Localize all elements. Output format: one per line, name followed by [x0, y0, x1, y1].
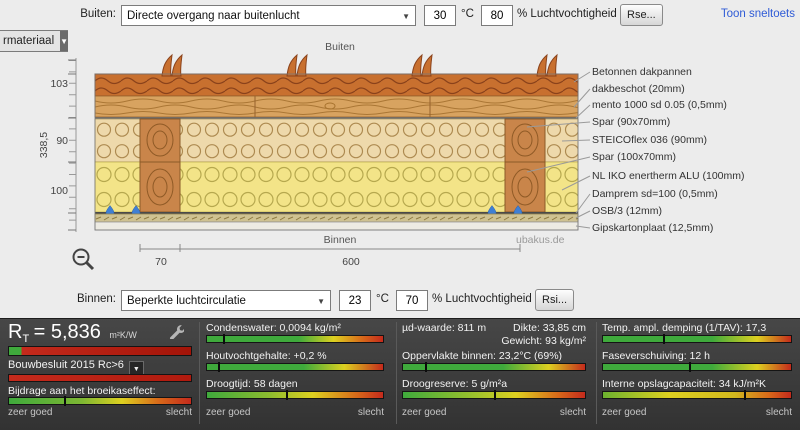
rating-scale: zeer goed slecht [402, 407, 586, 418]
condensation-droplet-icon [131, 205, 141, 218]
rse-button[interactable]: Rse... [620, 4, 663, 26]
layer-label-boarding: dakbeschot (20mm) [592, 83, 685, 95]
outside-label: Buiten: [80, 8, 116, 20]
droogreserve-bar [402, 390, 586, 400]
dimension-spacing: 600 [342, 256, 360, 268]
magnifier-minus-icon [72, 248, 95, 271]
outside-degc-label: °C [461, 8, 474, 20]
rt-value: RT = 5,836 m²K/W [8, 321, 137, 345]
dimension-bottom: 100 [50, 185, 68, 197]
dikte-value: Dikte: 33,85 cm [513, 322, 586, 334]
wrench-icon [170, 325, 185, 340]
greenhouse-label: Bijdrage aan het broeikaseffect: [8, 385, 156, 397]
edit-settings-button[interactable] [168, 323, 185, 344]
panel-divider [396, 322, 397, 424]
temp-ampl-bar [602, 334, 792, 344]
show-shortcuts-link[interactable]: Toon sneltoets [721, 8, 795, 20]
enertherm-layer [94, 161, 579, 213]
layer-leader-lines [526, 71, 591, 229]
faseverschuiving-value: Faseverschuiving: 12 h [602, 350, 710, 362]
outside-humidity-label: % Luchtvochtigheid [517, 8, 617, 20]
rating-scale: zeer goed slecht [602, 407, 792, 418]
houtvochtgehalte-value: Houtvochtgehalte: +0,2 % [206, 350, 327, 362]
rating-scale: zeer goed slecht [206, 407, 384, 418]
bouwbesluit-bar [8, 374, 192, 382]
zoom-out-button[interactable] [70, 247, 98, 273]
diagram-inside-label: Binnen [323, 234, 357, 246]
condensation-droplet-icon [105, 205, 115, 218]
droogreserve-value: Droogreserve: 5 g/m²a [402, 378, 508, 390]
condensation-droplet-icon [487, 205, 497, 218]
outside-temperature-input[interactable] [424, 5, 456, 26]
temp-ampl-value: Temp. ampl. demping (1/TAV): 17,3 [602, 322, 767, 334]
condenswater-value: Condenswater: 0,0094 kg/m² [206, 322, 341, 334]
droogtijd-value: Droogtijd: 58 dagen [206, 378, 298, 390]
condenswater-bar [206, 334, 384, 344]
layer-label-gypsum: Gipskartonplaat (12,5mm) [592, 222, 714, 234]
layer-label-steicoflex: STEICOflex 036 (90mm) [592, 134, 707, 146]
chevron-down-icon [396, 10, 410, 22]
oppervlakte-bar [402, 362, 586, 372]
osb-layer [94, 213, 579, 223]
inside-humidity-input[interactable] [396, 290, 428, 311]
ubakus-app: Buiten: Directe overgang naar buitenluch… [0, 0, 800, 430]
rsi-button[interactable]: Rsi... [535, 289, 575, 311]
watermark: ubakus.de [516, 234, 565, 246]
oppervlakte-value: Oppervlakte binnen: 23,2°C (69%) [402, 350, 563, 362]
greenhouse-bar [8, 396, 192, 406]
outside-transition-value: Directe overgang naar buitenlucht [127, 9, 300, 22]
material-dropdown-label: rmateriaal [3, 35, 55, 47]
vertical-ruler [68, 58, 77, 232]
steicoflex-layer [94, 118, 579, 163]
dimension-top: 103 [50, 78, 68, 90]
faseverschuiving-bar [602, 362, 792, 372]
chevron-down-icon [60, 31, 69, 51]
layer-label-rafter-90: Spar (90x70mm) [592, 116, 671, 128]
gypsum-layer [94, 221, 579, 231]
layer-label-osb: OSB/3 (12mm) [592, 205, 663, 217]
panel-divider [596, 322, 597, 424]
condensation-droplet-icon [513, 205, 523, 218]
dimension-beam-width: 70 [155, 256, 167, 268]
inside-temperature-input[interactable] [339, 290, 371, 311]
layer-label-tiles: Betonnen dakpannen [592, 66, 692, 78]
droogtijd-bar [206, 390, 384, 400]
inside-circulation-dropdown[interactable]: Beperkte luchtcirculatie [121, 290, 331, 311]
layer-label-rafter-100: Spar (100x70mm) [592, 151, 677, 163]
rating-scale: zeer goed slecht [8, 407, 192, 418]
inside-label: Binnen: [76, 293, 116, 305]
outside-humidity-input[interactable] [481, 5, 513, 26]
vapour-barrier-layer [95, 205, 578, 218]
dimension-mid: 90 [56, 135, 68, 147]
inside-degc-label: °C [376, 293, 389, 305]
layer-label-damprem: Damprem sd=100 (0,5mm) [592, 188, 718, 200]
inside-humidity-label: % Luchtvochtigheid [432, 293, 532, 305]
boarding-layer [94, 95, 579, 118]
layer-label-mento: mento 1000 sd 0.05 (0,5mm) [592, 99, 727, 111]
houtvochtgehalte-bar [206, 362, 384, 372]
chevron-down-icon [311, 295, 325, 307]
layer-label-enertherm: NL IKO enertherm ALU (100mm) [592, 170, 745, 182]
roof-tiles-layer [94, 54, 579, 97]
opslagcapaciteit-value: Interne opslagcapaciteit: 34 kJ/m²K [602, 378, 767, 390]
diagram-outside-label: Buiten [325, 41, 355, 53]
rt-rating-bar [8, 346, 192, 356]
opslagcapaciteit-bar [602, 390, 792, 400]
gewicht-value: Gewicht: 93 kg/m² [501, 335, 586, 347]
dimension-total-height: 338,5 [38, 131, 50, 159]
inside-circulation-value: Beperkte luchtcirculatie [127, 294, 246, 307]
panel-divider [199, 322, 200, 424]
outside-transition-dropdown[interactable]: Directe overgang naar buitenlucht [121, 5, 416, 26]
material-dropdown[interactable]: rmateriaal [0, 30, 69, 52]
